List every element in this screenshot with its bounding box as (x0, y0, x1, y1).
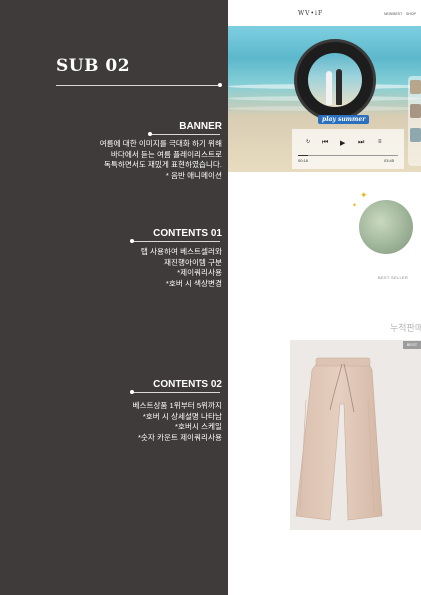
section-heading-contents-01: CONTENTS 01 (153, 228, 222, 239)
record-photo (308, 53, 362, 107)
description-line: *숫자 카운트 제이쿼리사용 (137, 432, 222, 442)
product-card[interactable]: BEST (290, 340, 421, 530)
section-divider-dot-contents-02 (130, 390, 134, 394)
description-line: *호버시 스케일 (175, 422, 222, 432)
progress-bar[interactable] (298, 155, 398, 156)
site-preview: WV•iF NEW/BEST SHOP play summer ↻ ⏮ ▶ ⏭ … (228, 0, 421, 595)
wide-pants-image (295, 357, 383, 521)
site-logo[interactable]: WV•iF (298, 10, 323, 17)
sparkle-icon: ✦ (352, 203, 358, 209)
section-heading-contents-02: CONTENTS 02 (153, 379, 222, 390)
time-total: 03:45 (384, 158, 395, 163)
menu-icon[interactable]: ≡ (378, 139, 382, 145)
time-elapsed: 00:16 (298, 158, 309, 163)
page-title: SUB 02 (56, 56, 131, 76)
next-icon[interactable]: ⏭ (358, 139, 364, 147)
section-divider-contents-01 (132, 241, 220, 242)
best-seller-section: ✦ ✦ BEST SELLER (348, 180, 421, 290)
description-line: 여름에 대한 이미지를 극대화 하기 위해 (99, 139, 222, 148)
description-line: 베스트상품 1위부터 5위까지 (132, 401, 222, 410)
section-description-banner: 여름에 대한 이미지를 극대화 하기 위해 바다에서 듣는 여름 플레이리스트로… (100, 139, 222, 181)
site-header: WV•iF NEW/BEST SHOP (228, 0, 421, 26)
side-thumbnail[interactable] (410, 104, 421, 118)
title-divider (56, 85, 220, 86)
best-seller-label[interactable]: BEST SELLER (378, 275, 408, 280)
section-heading-banner: BANNER (179, 121, 222, 132)
title-divider-dot (218, 83, 222, 87)
section-description-contents-02: 베스트상품 1위부터 5위까지 *호버 시 상세설명 나타남 *호버시 스케일 … (132, 401, 222, 443)
sparkle-icon: ✦ (360, 190, 368, 200)
section-divider-dot-banner (148, 132, 152, 136)
section-divider-dot-contents-01 (130, 239, 134, 243)
description-line: 재진행아이템 구분 (164, 257, 222, 267)
side-thumbnail[interactable] (410, 80, 421, 94)
section-divider-banner (150, 134, 220, 135)
best-seller-photo[interactable] (359, 200, 413, 254)
best-badge: BEST (403, 341, 421, 349)
description-line: 탭 사용하여 베스트셀러와 (140, 247, 222, 256)
description-line: * 음반 애니메이션 (165, 170, 222, 180)
section-description-contents-01: 탭 사용하여 베스트셀러와 재진행아이템 구분 *제이쿼리사용 *호버 시 색상… (141, 247, 222, 289)
play-summer-label: play summer (318, 115, 370, 124)
nav-item-shop[interactable]: SHOP (406, 12, 416, 16)
summer-banner: play summer ↻ ⏮ ▶ ⏭ ≡ 00:16 03:45 (228, 26, 421, 172)
cumulative-sales-title: 누적판매 (390, 323, 421, 333)
repeat-icon[interactable]: ↻ (306, 139, 310, 145)
section-divider-contents-02 (132, 392, 220, 393)
description-panel: SUB 02 BANNER 여름에 대한 이미지를 극대화 하기 위해 바다에서… (0, 0, 228, 595)
nav-item-new-best[interactable]: NEW/BEST (384, 12, 402, 16)
side-thumbnails (408, 76, 421, 166)
progress-fill (298, 155, 308, 156)
person-figure (326, 71, 332, 105)
description-line: *호버 시 상세설명 나타남 (142, 411, 222, 421)
previous-icon[interactable]: ⏮ (322, 139, 328, 147)
play-icon[interactable]: ▶ (340, 139, 345, 147)
description-line: 바다에서 듣는 여름 플레이리스트로 (110, 149, 222, 159)
description-line: *호버 시 색상변경 (165, 278, 222, 288)
person-figure (336, 69, 342, 105)
music-player: ↻ ⏮ ▶ ⏭ ≡ 00:16 03:45 (292, 129, 404, 169)
description-line: *제이쿼리사용 (177, 268, 222, 278)
side-thumbnail[interactable] (410, 128, 421, 142)
description-line: 독특하면서도 재밌게 표현하였습니다. (103, 160, 222, 170)
record-disc (294, 39, 376, 121)
